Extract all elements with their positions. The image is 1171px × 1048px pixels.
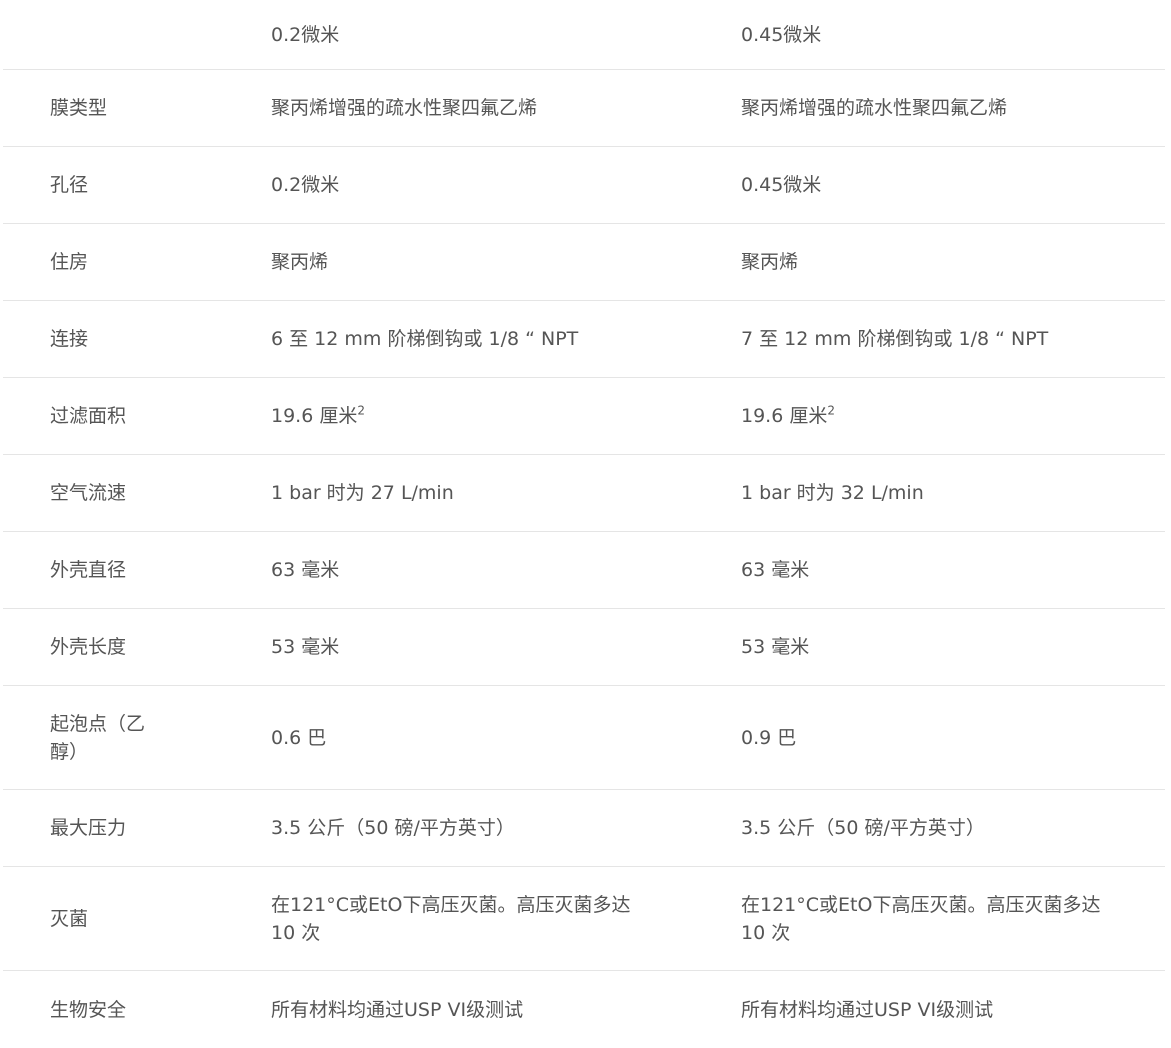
row-value-col2: 聚丙烯增强的疏水性聚四氟乙烯: [741, 97, 1008, 119]
table-row: 空气流速 1 bar 时为 27 L/min 1 bar 时为 32 L/min: [3, 455, 1165, 532]
row-label: 住房: [50, 251, 89, 273]
row-label: 过滤面积: [50, 405, 127, 427]
row-value-col1: 6 至 12 mm 阶梯倒钩或 1/8 “ NPT: [271, 328, 579, 350]
superscript: 2: [827, 403, 835, 418]
header-col1-cell: 0.2微米: [271, 23, 340, 46]
table-row: 外壳长度 53 毫米 53 毫米: [3, 609, 1165, 686]
row-label: 空气流速: [50, 482, 127, 504]
row-value-col2: 3.5 公斤（50 磅/平方英寸）: [741, 817, 985, 839]
row-value-col1: 19.6 厘米2: [271, 402, 741, 430]
row-label: 孔径: [50, 174, 89, 196]
row-value-col1: 63 毫米: [271, 559, 340, 581]
row-value-col2: 所有材料均通过USP VI级测试: [741, 998, 994, 1021]
row-value-col2: 7 至 12 mm 阶梯倒钩或 1/8 “ NPT: [741, 328, 1049, 350]
row-value-col1: 在121°C或EtO下高压灭菌。高压灭菌多达 10 次: [271, 893, 631, 944]
row-value-col2: 0.9 巴: [741, 726, 797, 749]
row-value-col2: 19.6 厘米2: [741, 402, 1165, 430]
superscript: 2: [357, 403, 365, 418]
table-row: 过滤面积 19.6 厘米2 19.6 厘米2: [3, 378, 1165, 455]
row-value-col2: 0.45微米: [741, 174, 822, 196]
row-value-col2: 在121°C或EtO下高压灭菌。高压灭菌多达 10 次: [741, 893, 1101, 944]
row-value-col1: 所有材料均通过USP VI级测试: [271, 998, 524, 1021]
row-label: 外壳长度: [50, 636, 127, 658]
row-value-col1: 聚丙烯: [271, 251, 329, 273]
row-label: 起泡点（乙醇）: [50, 712, 146, 763]
row-value-col1: 0.6 巴: [271, 726, 327, 749]
filter-area-value: 19.6 厘米: [271, 405, 358, 427]
table-row: 住房 聚丙烯 聚丙烯: [3, 224, 1165, 301]
row-value-col2: 聚丙烯: [741, 251, 799, 273]
row-label: 外壳直径: [50, 559, 127, 581]
row-value-col1: 1 bar 时为 27 L/min: [271, 482, 454, 504]
row-label: 最大压力: [50, 817, 127, 839]
row-value-col2: 63 毫米: [741, 559, 810, 581]
header-col2-cell: 0.45微米: [741, 23, 822, 46]
spec-table: 0.2微米 0.45微米 膜类型 聚丙烯增强的疏水性聚四氟乙烯 聚丙烯增强的疏水…: [3, 0, 1165, 1048]
table-header-row: 0.2微米 0.45微米: [3, 0, 1165, 70]
table-row: 生物安全 所有材料均通过USP VI级测试 所有材料均通过USP VI级测试: [3, 971, 1165, 1048]
row-label: 膜类型: [50, 97, 108, 119]
row-label: 灭菌: [50, 907, 89, 930]
row-label: 连接: [50, 328, 89, 350]
table-row: 起泡点（乙醇） 0.6 巴 0.9 巴: [3, 686, 1165, 790]
table-row: 孔径 0.2微米 0.45微米: [3, 147, 1165, 224]
row-value-col1: 聚丙烯增强的疏水性聚四氟乙烯: [271, 97, 538, 119]
table-row: 连接 6 至 12 mm 阶梯倒钩或 1/8 “ NPT 7 至 12 mm 阶…: [3, 301, 1165, 378]
row-value-col1: 0.2微米: [271, 174, 340, 196]
filter-area-value: 19.6 厘米: [741, 405, 828, 427]
table-row: 外壳直径 63 毫米 63 毫米: [3, 532, 1165, 609]
row-label: 生物安全: [50, 998, 127, 1021]
table-row: 灭菌 在121°C或EtO下高压灭菌。高压灭菌多达 10 次 在121°C或Et…: [3, 867, 1165, 971]
row-value-col2: 53 毫米: [741, 636, 810, 658]
row-value-col2: 1 bar 时为 32 L/min: [741, 482, 924, 504]
row-value-col1: 53 毫米: [271, 636, 340, 658]
table-row: 膜类型 聚丙烯增强的疏水性聚四氟乙烯 聚丙烯增强的疏水性聚四氟乙烯: [3, 70, 1165, 147]
row-value-col1: 3.5 公斤（50 磅/平方英寸）: [271, 817, 515, 839]
table-row: 最大压力 3.5 公斤（50 磅/平方英寸） 3.5 公斤（50 磅/平方英寸）: [3, 790, 1165, 867]
